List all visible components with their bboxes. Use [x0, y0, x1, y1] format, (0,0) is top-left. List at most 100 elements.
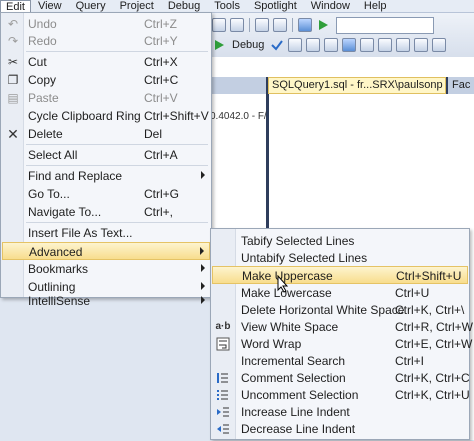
menu-item-shortcut: Ctrl+, [144, 205, 174, 219]
menu-item-cycle-clipboard-ring[interactable]: Cycle Clipboard Ring Ctrl+Shift+V [2, 107, 210, 125]
tab-sqlquery1[interactable]: SQLQuery1.sql - fr...SRX\paulsonp (201)) [268, 77, 446, 94]
menu-item-shortcut: Ctrl+K, Ctrl+U [395, 388, 470, 402]
menu-item-tabify-selected-lines[interactable]: Tabify Selected Lines [212, 232, 468, 250]
outdent-toolbar-icon[interactable] [414, 38, 429, 52]
document-tab-strip: SQLQuery1.sql - fr...SRX\paulsonp (201))… [210, 77, 474, 94]
menu-item-label: Find and Replace [28, 169, 123, 183]
menu-item-shortcut: Ctrl+U [395, 286, 430, 300]
submenu-arrow-icon [201, 264, 205, 272]
menu-item-comment-selection[interactable]: Comment Selection Ctrl+K, Ctrl+C [212, 369, 470, 387]
document-tab-left[interactable] [210, 77, 266, 94]
menu-item-label: Paste [28, 91, 59, 105]
save-all-icon[interactable] [230, 18, 244, 32]
menu-item-shortcut: Ctrl+K, Ctrl+\ [395, 303, 465, 317]
menu-project[interactable]: Project [113, 0, 161, 12]
solution-config-combo[interactable] [336, 16, 434, 34]
menu-separator [26, 144, 208, 145]
menu-item-uncomment-selection[interactable]: Uncomment Selection Ctrl+K, Ctrl+U [212, 386, 470, 404]
menu-item-label: Incremental Search [241, 354, 346, 368]
specify-values-icon[interactable] [432, 38, 447, 52]
undo-toolbar-icon[interactable] [255, 18, 269, 32]
menu-item-delete-horizontal-white-space[interactable]: Delete Horizontal White Space Ctrl+K, Ct… [212, 301, 468, 319]
menu-item-label: Untabify Selected Lines [241, 251, 368, 265]
menu-item-label: Outlining [28, 280, 76, 294]
menu-item-shortcut: Ctrl+C [144, 73, 179, 87]
mouse-cursor-icon [277, 275, 289, 293]
menu-item-intellisense[interactable]: IntelliSense [2, 294, 210, 308]
cut-icon: ✂ [7, 55, 19, 69]
menu-item-label: Insert File As Text... [28, 226, 133, 240]
menu-edit[interactable]: Edit [0, 0, 31, 12]
comment-toolbar-icon[interactable] [360, 38, 375, 52]
results-file-icon[interactable] [342, 38, 357, 52]
save-icon[interactable] [212, 18, 226, 32]
menu-spotlight[interactable]: Spotlight [247, 0, 304, 12]
menu-separator [26, 165, 208, 166]
start-debug-icon[interactable] [316, 18, 330, 32]
results-text-icon[interactable] [324, 38, 339, 52]
menu-item-find-and-replace[interactable]: Find and Replace [2, 167, 210, 185]
menu-item-insert-file-as-text[interactable]: Insert File As Text... [2, 224, 210, 242]
menu-item-bookmarks[interactable]: Bookmarks [2, 260, 210, 278]
menu-item-shortcut: Ctrl+Shift+U [396, 269, 462, 283]
menu-item-label: Decrease Line Indent [241, 422, 356, 436]
menu-item-incremental-search[interactable]: Incremental Search Ctrl+I [212, 352, 468, 370]
edit-menu: ↶ Undo Ctrl+Z ↷ Redo Ctrl+Y ✂ Cut Ctrl+X… [0, 12, 212, 308]
advanced-submenu: Tabify Selected Lines Untabify Selected … [210, 228, 474, 440]
toolbar-separator [249, 18, 250, 32]
menu-item-shortcut: Ctrl+Z [144, 17, 177, 31]
toolbar-row-1 [210, 15, 434, 35]
menu-item-word-wrap[interactable]: Word Wrap Ctrl+E, Ctrl+W [212, 335, 472, 353]
navigate-icon[interactable] [298, 18, 312, 32]
delete-icon: ✕ [7, 126, 19, 142]
redo-toolbar-icon[interactable] [273, 18, 287, 32]
query-options-icon[interactable] [288, 38, 303, 52]
menu-item-label: Word Wrap [241, 337, 302, 351]
menu-item-select-all[interactable]: Select All Ctrl+A [2, 146, 210, 164]
menu-item-decrease-line-indent[interactable]: Decrease Line Indent [212, 420, 468, 438]
debug-button[interactable]: Debug [228, 39, 268, 51]
menu-separator [26, 222, 208, 223]
menu-item-go-to[interactable]: Go To... Ctrl+G [2, 185, 210, 203]
menu-item-label: Uncomment Selection [241, 388, 359, 402]
menu-item-advanced[interactable]: Advanced [2, 242, 210, 260]
menu-item-label: Redo [28, 34, 57, 48]
menu-item-undo[interactable]: ↶ Undo Ctrl+Z [2, 15, 210, 33]
menu-item-label: Delete [28, 127, 63, 141]
word-wrap-icon [216, 337, 230, 351]
undo-icon: ↶ [7, 17, 19, 31]
left-pane-text: 0.4042.0 - F/ [210, 111, 267, 122]
menu-help[interactable]: Help [357, 0, 394, 12]
menu-item-make-uppercase[interactable]: Make Uppercase Ctrl+Shift+U [212, 266, 468, 284]
menu-item-view-white-space[interactable]: a·b View White Space Ctrl+R, Ctrl+W [212, 318, 474, 336]
menu-window[interactable]: Window [304, 0, 357, 12]
menu-item-redo[interactable]: ↷ Redo Ctrl+Y [2, 32, 210, 50]
menu-item-paste[interactable]: ▤ Paste Ctrl+V [2, 89, 210, 107]
menu-item-label: Go To... [28, 187, 70, 201]
menu-item-delete[interactable]: ✕ Delete Del [2, 125, 210, 143]
execute-icon[interactable] [212, 38, 226, 52]
submenu-arrow-icon [201, 282, 205, 290]
menu-item-cut[interactable]: ✂ Cut Ctrl+X [2, 53, 210, 71]
menu-item-copy[interactable]: ❐ Copy Ctrl+C [2, 71, 210, 89]
menu-view[interactable]: View [31, 0, 69, 12]
menu-debug[interactable]: Debug [161, 0, 207, 12]
results-grid-icon[interactable] [306, 38, 321, 52]
check-icon[interactable] [270, 38, 284, 52]
menu-query[interactable]: Query [69, 0, 113, 12]
menu-item-navigate-to[interactable]: Navigate To... Ctrl+, [2, 203, 210, 221]
menu-item-increase-line-indent[interactable]: Increase Line Indent [212, 403, 468, 421]
menu-item-shortcut: Ctrl+K, Ctrl+C [395, 371, 470, 385]
submenu-arrow-icon [200, 247, 204, 255]
tab-right[interactable]: Fac [448, 77, 474, 94]
menu-item-shortcut: Ctrl+I [395, 354, 425, 368]
menu-item-shortcut: Ctrl+A [144, 148, 178, 162]
menu-item-label: Comment Selection [241, 371, 346, 385]
menu-item-shortcut: Ctrl+X [144, 55, 178, 69]
menu-item-untabify-selected-lines[interactable]: Untabify Selected Lines [212, 249, 468, 267]
menu-item-label: Cut [28, 55, 47, 69]
menu-tools[interactable]: Tools [207, 0, 247, 12]
indent-toolbar-icon[interactable] [396, 38, 411, 52]
uncomment-toolbar-icon[interactable] [378, 38, 393, 52]
menu-item-make-lowercase[interactable]: Make Lowercase Ctrl+U [212, 284, 468, 302]
